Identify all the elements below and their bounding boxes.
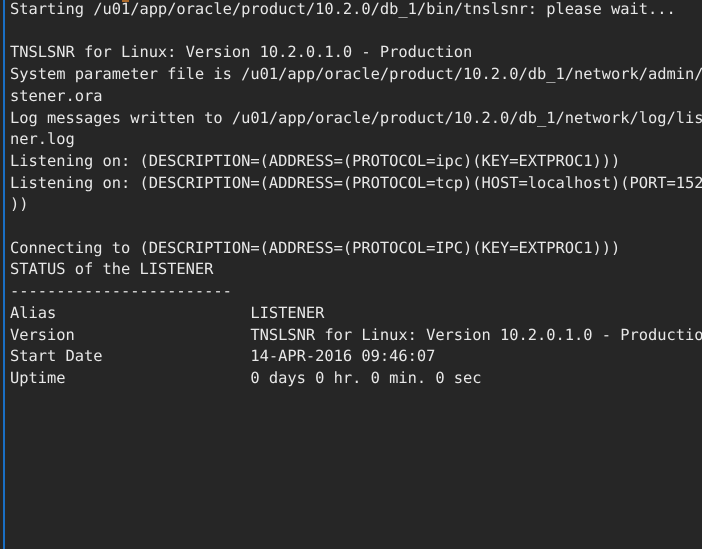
terminal-line: TNSLSNR for Linux: Version 10.2.0.1.0 - … xyxy=(10,43,473,62)
terminal-line-status-row: Alias LISTENER xyxy=(10,303,325,322)
left-accent-bar xyxy=(3,0,5,549)
terminal-line-separator: ------------------------ xyxy=(10,282,232,301)
terminal-line: Listening on: (DESCRIPTION=(ADDRESS=(PRO… xyxy=(10,151,621,170)
terminal-line: Log messages written to /u01/app/oracle/… xyxy=(10,108,702,127)
terminal-line-status-row: Version TNSLSNR for Linux: Version 10.2.… xyxy=(10,325,702,344)
terminal-line-status-row: Start Date 14-APR-2016 09:46:07 xyxy=(10,347,436,366)
terminal-line: Connecting to (DESCRIPTION=(ADDRESS=(PRO… xyxy=(10,238,621,257)
terminal-line: )) xyxy=(10,195,29,214)
terminal-line-status-row: Uptime 0 days 0 hr. 0 min. 0 sec xyxy=(10,368,482,387)
terminal-line: stener.ora xyxy=(10,86,103,105)
terminal-line: Starting /u01/app/oracle/product/10.2.0/… xyxy=(10,0,676,18)
terminal-line: Listening on: (DESCRIPTION=(ADDRESS=(PRO… xyxy=(10,173,702,192)
terminal-line: System parameter file is /u01/app/oracle… xyxy=(10,65,702,84)
terminal-window[interactable]: SQL> exit Disconnected from Oracle Datab… xyxy=(0,0,702,549)
terminal-line-status-heading: STATUS of the LISTENER xyxy=(10,260,214,279)
terminal-line: ner.log xyxy=(10,130,75,149)
